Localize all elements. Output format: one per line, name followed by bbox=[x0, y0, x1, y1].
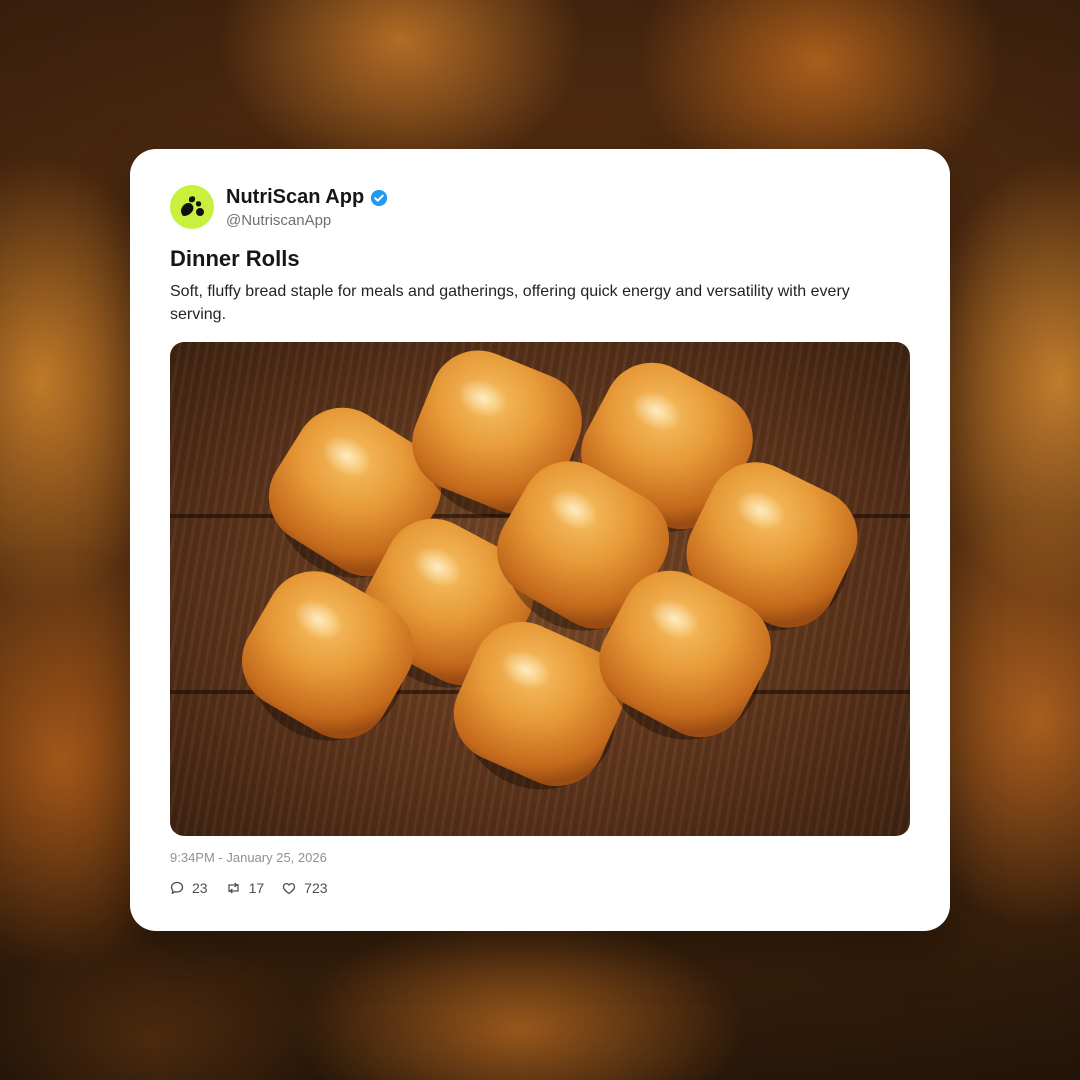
post-description: Soft, fluffy bread staple for meals and … bbox=[170, 283, 850, 323]
reply-button[interactable]: 23 bbox=[170, 880, 208, 896]
comment-icon bbox=[170, 881, 184, 894]
avatar[interactable] bbox=[170, 185, 214, 229]
reply-count: 23 bbox=[192, 880, 208, 896]
author-handle[interactable]: @NutriscanApp bbox=[226, 212, 388, 229]
like-button[interactable]: 723 bbox=[282, 880, 328, 896]
post-card: NutriScan App @NutriscanApp Dinner Rolls… bbox=[130, 149, 950, 931]
post-header: NutriScan App @NutriscanApp bbox=[170, 185, 388, 229]
heart-icon bbox=[283, 882, 296, 894]
repost-count: 17 bbox=[248, 880, 265, 896]
nutriscan-logo-icon bbox=[181, 196, 204, 216]
post-actions: 23 17 723 bbox=[170, 880, 346, 896]
author-name[interactable]: NutriScan App bbox=[226, 186, 364, 209]
repost-icon bbox=[227, 882, 239, 894]
author-block: NutriScan App @NutriscanApp bbox=[226, 186, 388, 229]
post-timestamp[interactable]: 9:34PM - January 25, 2026 bbox=[170, 850, 327, 865]
post-title: Dinner Rolls bbox=[170, 246, 300, 271]
dinner-rolls-illustration bbox=[242, 350, 858, 790]
post-image[interactable] bbox=[170, 342, 910, 836]
repost-button[interactable]: 17 bbox=[226, 880, 265, 896]
like-count: 723 bbox=[304, 880, 328, 896]
verified-badge-icon bbox=[371, 189, 388, 206]
